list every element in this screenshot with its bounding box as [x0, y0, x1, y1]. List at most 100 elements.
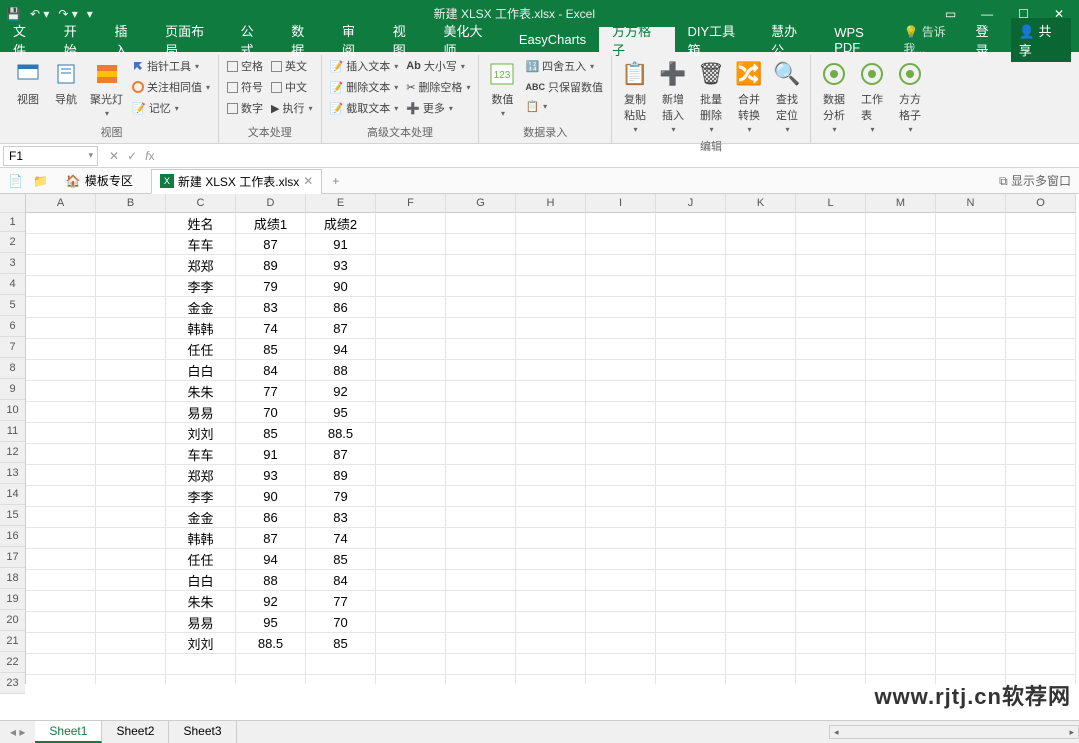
table-row[interactable]: 韩韩8774: [26, 528, 1079, 549]
sheet-nav[interactable]: ◂ ▸: [0, 725, 35, 739]
tell-me[interactable]: 💡 告诉我...: [903, 23, 965, 57]
folder-icon[interactable]: 📁: [33, 174, 48, 188]
cb-chinese[interactable]: 中文: [269, 78, 314, 96]
col-header-N[interactable]: N: [936, 194, 1006, 213]
tab-页面布局[interactable]: 页面布局: [152, 27, 227, 52]
tab-方方格子[interactable]: 方方格子: [599, 27, 674, 52]
select-all-corner[interactable]: [0, 194, 25, 213]
cb-symbol[interactable]: 符号: [225, 78, 265, 96]
table-row[interactable]: 朱朱7792: [26, 381, 1079, 402]
data-more-icon[interactable]: 📋 ▾: [523, 99, 605, 114]
keep-value[interactable]: ABC 只保留数值: [523, 78, 605, 96]
col-header-H[interactable]: H: [516, 194, 586, 213]
nav-button[interactable]: 导航: [49, 57, 83, 109]
tab-审阅[interactable]: 审阅: [329, 27, 380, 52]
table-row[interactable]: 郑郑9389: [26, 465, 1079, 486]
misc-工作表[interactable]: 工作表▾: [855, 57, 889, 136]
sheet-tab-Sheet3[interactable]: Sheet3: [169, 721, 236, 743]
sheet-tab-Sheet2[interactable]: Sheet2: [102, 721, 169, 743]
row-header[interactable]: 4: [0, 274, 25, 295]
row-header[interactable]: 7: [0, 337, 25, 358]
cb-space[interactable]: 空格: [225, 57, 265, 75]
redo-icon[interactable]: ↷ ▾: [58, 7, 77, 21]
new-doc-icon[interactable]: 📄: [8, 174, 23, 188]
execute[interactable]: ▶执行▾: [269, 99, 314, 117]
more[interactable]: ➕更多▾: [404, 99, 472, 117]
row-header[interactable]: 16: [0, 526, 25, 547]
row-header[interactable]: 6: [0, 316, 25, 337]
file-tab[interactable]: X新建 XLSX 工作表.xlsx ✕: [151, 169, 322, 194]
tab-视图[interactable]: 视图: [380, 27, 431, 52]
row-header[interactable]: 3: [0, 253, 25, 274]
row-header[interactable]: 9: [0, 379, 25, 400]
login-button[interactable]: 登录: [976, 21, 1001, 59]
save-icon[interactable]: 💾: [6, 7, 21, 21]
table-row[interactable]: 刘刘88.585: [26, 633, 1079, 654]
tab-美化大师[interactable]: 美化大师: [430, 27, 505, 52]
numeric-button[interactable]: 123数值▾: [485, 57, 519, 120]
edit-批量删除[interactable]: 🗑批量删除▾: [694, 57, 728, 136]
table-row[interactable]: 车车9187: [26, 444, 1079, 465]
table-row[interactable]: 韩韩7487: [26, 318, 1079, 339]
close-tab-icon[interactable]: ✕: [303, 174, 313, 188]
template-tab[interactable]: 🏠 模板专区: [58, 169, 141, 192]
col-header-M[interactable]: M: [866, 194, 936, 213]
col-header-L[interactable]: L: [796, 194, 866, 213]
edit-复制粘贴[interactable]: 📋复制粘贴▾: [618, 57, 652, 136]
row-header[interactable]: 17: [0, 547, 25, 568]
insert-text[interactable]: 📝插入文本▾: [328, 57, 401, 75]
share-button[interactable]: 👤 共享: [1011, 18, 1071, 62]
horizontal-scrollbar[interactable]: ◂▸: [829, 725, 1079, 739]
col-header-J[interactable]: J: [656, 194, 726, 213]
cancel-icon[interactable]: ✕: [109, 149, 119, 163]
table-row[interactable]: 姓名成绩1成绩2: [26, 213, 1079, 234]
col-header-O[interactable]: O: [1006, 194, 1076, 213]
row-header[interactable]: 8: [0, 358, 25, 379]
table-row[interactable]: 车车8791: [26, 234, 1079, 255]
table-row[interactable]: 郑郑8993: [26, 255, 1079, 276]
qat-dropdown-icon[interactable]: ▾: [87, 7, 93, 21]
table-row[interactable]: 易易7095: [26, 402, 1079, 423]
spotlight-button[interactable]: 聚光灯▾: [87, 57, 126, 120]
row-header[interactable]: 21: [0, 631, 25, 652]
col-header-C[interactable]: C: [166, 194, 236, 213]
tab-DIY工具箱[interactable]: DIY工具箱: [675, 27, 759, 52]
row-header[interactable]: 11: [0, 421, 25, 442]
table-row[interactable]: 金金8386: [26, 297, 1079, 318]
del-space[interactable]: ✂删除空格▾: [404, 78, 472, 96]
pointer-tool[interactable]: 指针工具▾: [130, 57, 212, 75]
table-row[interactable]: [26, 654, 1079, 675]
view-button[interactable]: 视图: [11, 57, 45, 109]
round[interactable]: 🔢四舍五入▾: [523, 57, 605, 75]
edit-新增插入[interactable]: ➕新增插入▾: [656, 57, 690, 136]
misc-数据分析[interactable]: 数据分析▾: [817, 57, 851, 136]
col-header-A[interactable]: A: [26, 194, 96, 213]
edit-合并转换[interactable]: 🔀合并转换▾: [732, 57, 766, 136]
misc-方方格子[interactable]: 方方格子▾: [893, 57, 927, 136]
memory[interactable]: 📝记忆▾: [130, 99, 212, 117]
table-row[interactable]: 任任9485: [26, 549, 1079, 570]
data-rows[interactable]: 姓名成绩1成绩2车车8791郑郑8993李李7990金金8386韩韩7487任任…: [26, 213, 1079, 684]
tab-数据[interactable]: 数据: [278, 27, 329, 52]
row-header[interactable]: 18: [0, 568, 25, 589]
row-header[interactable]: 14: [0, 484, 25, 505]
row-header[interactable]: 13: [0, 463, 25, 484]
table-row[interactable]: 李李9079: [26, 486, 1079, 507]
delete-text[interactable]: 📝删除文本▾: [328, 78, 401, 96]
table-row[interactable]: 任任8594: [26, 339, 1079, 360]
table-row[interactable]: 易易9570: [26, 612, 1079, 633]
tab-慧办公[interactable]: 慧办公: [758, 27, 821, 52]
table-row[interactable]: 白白8488: [26, 360, 1079, 381]
col-header-F[interactable]: F: [376, 194, 446, 213]
fx-icon[interactable]: fx: [145, 149, 154, 163]
row-header[interactable]: 22: [0, 652, 25, 673]
extract-text[interactable]: 📝截取文本▾: [328, 99, 401, 117]
tab-文件[interactable]: 文件: [0, 27, 51, 52]
enter-icon[interactable]: ✓: [127, 149, 137, 163]
cb-number[interactable]: 数字: [225, 99, 265, 117]
row-header[interactable]: 5: [0, 295, 25, 316]
tab-EasyCharts[interactable]: EasyCharts: [506, 27, 599, 52]
undo-icon[interactable]: ↶ ▾: [30, 7, 49, 21]
sheet-tab-Sheet1[interactable]: Sheet1: [35, 721, 102, 743]
col-header-E[interactable]: E: [306, 194, 376, 213]
